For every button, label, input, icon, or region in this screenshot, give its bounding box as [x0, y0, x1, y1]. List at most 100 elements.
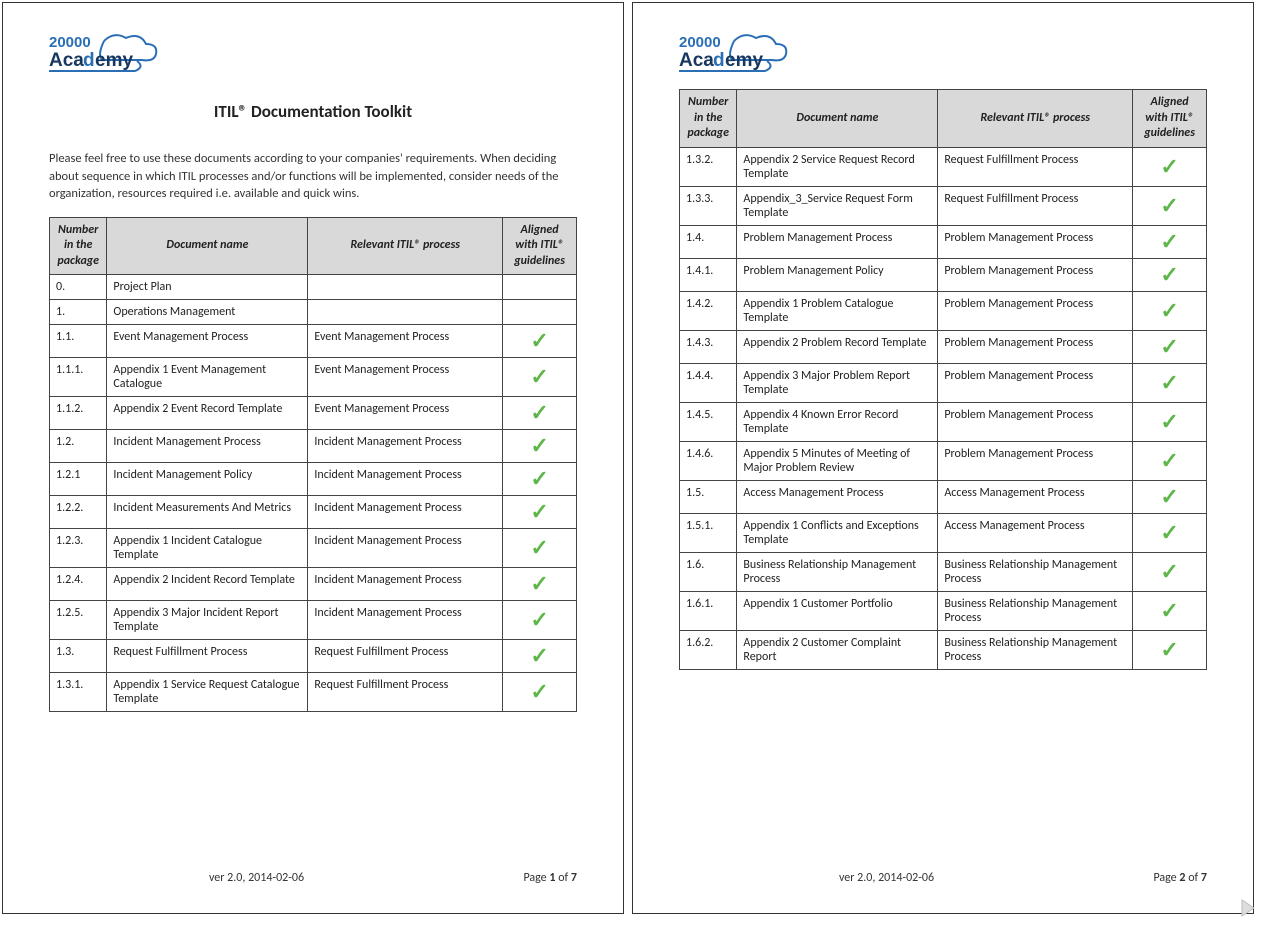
cell-document-name: Problem Management Policy — [737, 258, 938, 291]
cell-document-name: Incident Measurements And Metrics — [107, 496, 308, 529]
cell-number: 1.5. — [680, 480, 737, 513]
table-row: 1.4.6.Appendix 5 Minutes of Meeting of M… — [680, 441, 1207, 480]
cell-number: 1.1.2. — [50, 397, 107, 430]
cell-aligned: ✓ — [503, 601, 577, 640]
th-process: Relevant ITIL® process — [938, 90, 1133, 148]
cell-aligned: ✓ — [1133, 147, 1207, 186]
cell-process: Request Fulfillment Process — [308, 640, 503, 673]
cell-aligned: ✓ — [1133, 441, 1207, 480]
th-docname: Document name — [737, 90, 938, 148]
checkmark-icon: ✓ — [1160, 597, 1178, 624]
cell-aligned: ✓ — [1133, 186, 1207, 225]
cell-number: 1.2.1 — [50, 463, 107, 496]
cell-process: Incident Management Process — [308, 463, 503, 496]
cell-document-name: Appendix 4 Known Error Record Template — [737, 402, 938, 441]
cell-aligned: ✓ — [1133, 513, 1207, 552]
checkmark-icon: ✓ — [1160, 153, 1178, 180]
table-row: 1.3.Request Fulfillment ProcessRequest F… — [50, 640, 577, 673]
cell-aligned: ✓ — [503, 640, 577, 673]
svg-text:d: d — [83, 50, 95, 71]
cell-document-name: Appendix 1 Conflicts and Exceptions Temp… — [737, 513, 938, 552]
checkmark-icon: ✓ — [1160, 447, 1178, 474]
cell-aligned: ✓ — [1133, 630, 1207, 669]
cell-document-name: Appendix_3_Service Request Form Template — [737, 186, 938, 225]
cell-process: Problem Management Process — [938, 402, 1133, 441]
cell-document-name: Project Plan — [107, 275, 308, 300]
table-row: 1.5.Access Management ProcessAccess Mana… — [680, 480, 1207, 513]
cell-process: Problem Management Process — [938, 363, 1133, 402]
table-row: 1.2.1Incident Management PolicyIncident … — [50, 463, 577, 496]
next-page-arrow-icon[interactable] — [1238, 898, 1258, 923]
cell-document-name: Business Relationship Management Process — [737, 552, 938, 591]
cell-aligned: ✓ — [503, 325, 577, 358]
checkmark-icon: ✓ — [530, 399, 548, 426]
cell-aligned: ✓ — [503, 568, 577, 601]
cell-process: Event Management Process — [308, 325, 503, 358]
checkmark-icon: ✓ — [530, 534, 548, 561]
table-row: 1.3.3.Appendix_3_Service Request Form Te… — [680, 186, 1207, 225]
cell-aligned: ✓ — [1133, 591, 1207, 630]
table-row: 0.Project Plan — [50, 275, 577, 300]
cell-number: 1.2.2. — [50, 496, 107, 529]
cell-process: Request Fulfillment Process — [938, 186, 1133, 225]
cell-document-name: Appendix 1 Event Management Catalogue — [107, 358, 308, 397]
checkmark-icon: ✓ — [530, 570, 548, 597]
cell-document-name: Event Management Process — [107, 325, 308, 358]
cell-document-name: Incident Management Policy — [107, 463, 308, 496]
cell-process: Access Management Process — [938, 513, 1133, 552]
cell-process: Problem Management Process — [938, 441, 1133, 480]
cell-document-name: Problem Management Process — [737, 225, 938, 258]
cell-aligned: ✓ — [503, 463, 577, 496]
cell-document-name: Appendix 2 Customer Complaint Report — [737, 630, 938, 669]
cell-process: Event Management Process — [308, 358, 503, 397]
cell-process: Incident Management Process — [308, 601, 503, 640]
checkmark-icon: ✓ — [530, 678, 548, 705]
cell-document-name: Appendix 1 Customer Portfolio — [737, 591, 938, 630]
cell-aligned: ✓ — [1133, 330, 1207, 363]
checkmark-icon: ✓ — [530, 606, 548, 633]
cell-process: Problem Management Process — [938, 225, 1133, 258]
cell-number: 1.2.5. — [50, 601, 107, 640]
brand-logo: 20000 Aca d emy — [679, 31, 1207, 79]
cell-aligned: ✓ — [503, 358, 577, 397]
cell-number: 1.6.2. — [680, 630, 737, 669]
cell-aligned: ✓ — [1133, 291, 1207, 330]
cell-aligned: ✓ — [1133, 258, 1207, 291]
cell-number: 1.5.1. — [680, 513, 737, 552]
cell-process — [308, 300, 503, 325]
checkmark-icon: ✓ — [1160, 369, 1178, 396]
checkmark-icon: ✓ — [1160, 636, 1178, 663]
table-row: 1.4.1.Problem Management PolicyProblem M… — [680, 258, 1207, 291]
checkmark-icon: ✓ — [1160, 297, 1178, 324]
cell-number: 1.4.6. — [680, 441, 737, 480]
cell-number: 1.6.1. — [680, 591, 737, 630]
cell-process: Request Fulfillment Process — [308, 673, 503, 712]
table-row: 1.4.Problem Management ProcessProblem Ma… — [680, 225, 1207, 258]
checkmark-icon: ✓ — [1160, 519, 1178, 546]
cell-document-name: Appendix 1 Problem Catalogue Template — [737, 291, 938, 330]
cell-process: Problem Management Process — [938, 330, 1133, 363]
cell-process: Access Management Process — [938, 480, 1133, 513]
document-page-1: 20000 Aca d emy ITIL® Documentation Tool… — [2, 2, 624, 914]
cell-aligned: ✓ — [503, 529, 577, 568]
table-row: 1.4.3.Appendix 2 Problem Record Template… — [680, 330, 1207, 363]
svg-text:Aca: Aca — [679, 50, 714, 71]
cell-aligned: ✓ — [503, 430, 577, 463]
page-footer: ver 2.0, 2014-02-06 Page 1 of 7 — [49, 871, 577, 885]
cell-document-name: Appendix 2 Service Request Record Templa… — [737, 147, 938, 186]
cell-process: Business Relationship Management Process — [938, 630, 1133, 669]
svg-text:d: d — [713, 50, 725, 71]
cell-number: 1.2. — [50, 430, 107, 463]
cell-process: Problem Management Process — [938, 291, 1133, 330]
cell-document-name: Appendix 2 Incident Record Template — [107, 568, 308, 601]
table-row: 1.2.5.Appendix 3 Major Incident Report T… — [50, 601, 577, 640]
table-row: 1.3.2.Appendix 2 Service Request Record … — [680, 147, 1207, 186]
th-aligned: Aligned with ITIL® guidelines — [503, 217, 577, 275]
table-row: 1.2.4.Appendix 2 Incident Record Templat… — [50, 568, 577, 601]
cell-process: Business Relationship Management Process — [938, 591, 1133, 630]
cell-aligned — [503, 300, 577, 325]
documents-table-page2: Number in the package Document name Rele… — [679, 89, 1207, 670]
cell-aligned: ✓ — [1133, 225, 1207, 258]
checkmark-icon: ✓ — [1160, 333, 1178, 360]
cell-process: Business Relationship Management Process — [938, 552, 1133, 591]
